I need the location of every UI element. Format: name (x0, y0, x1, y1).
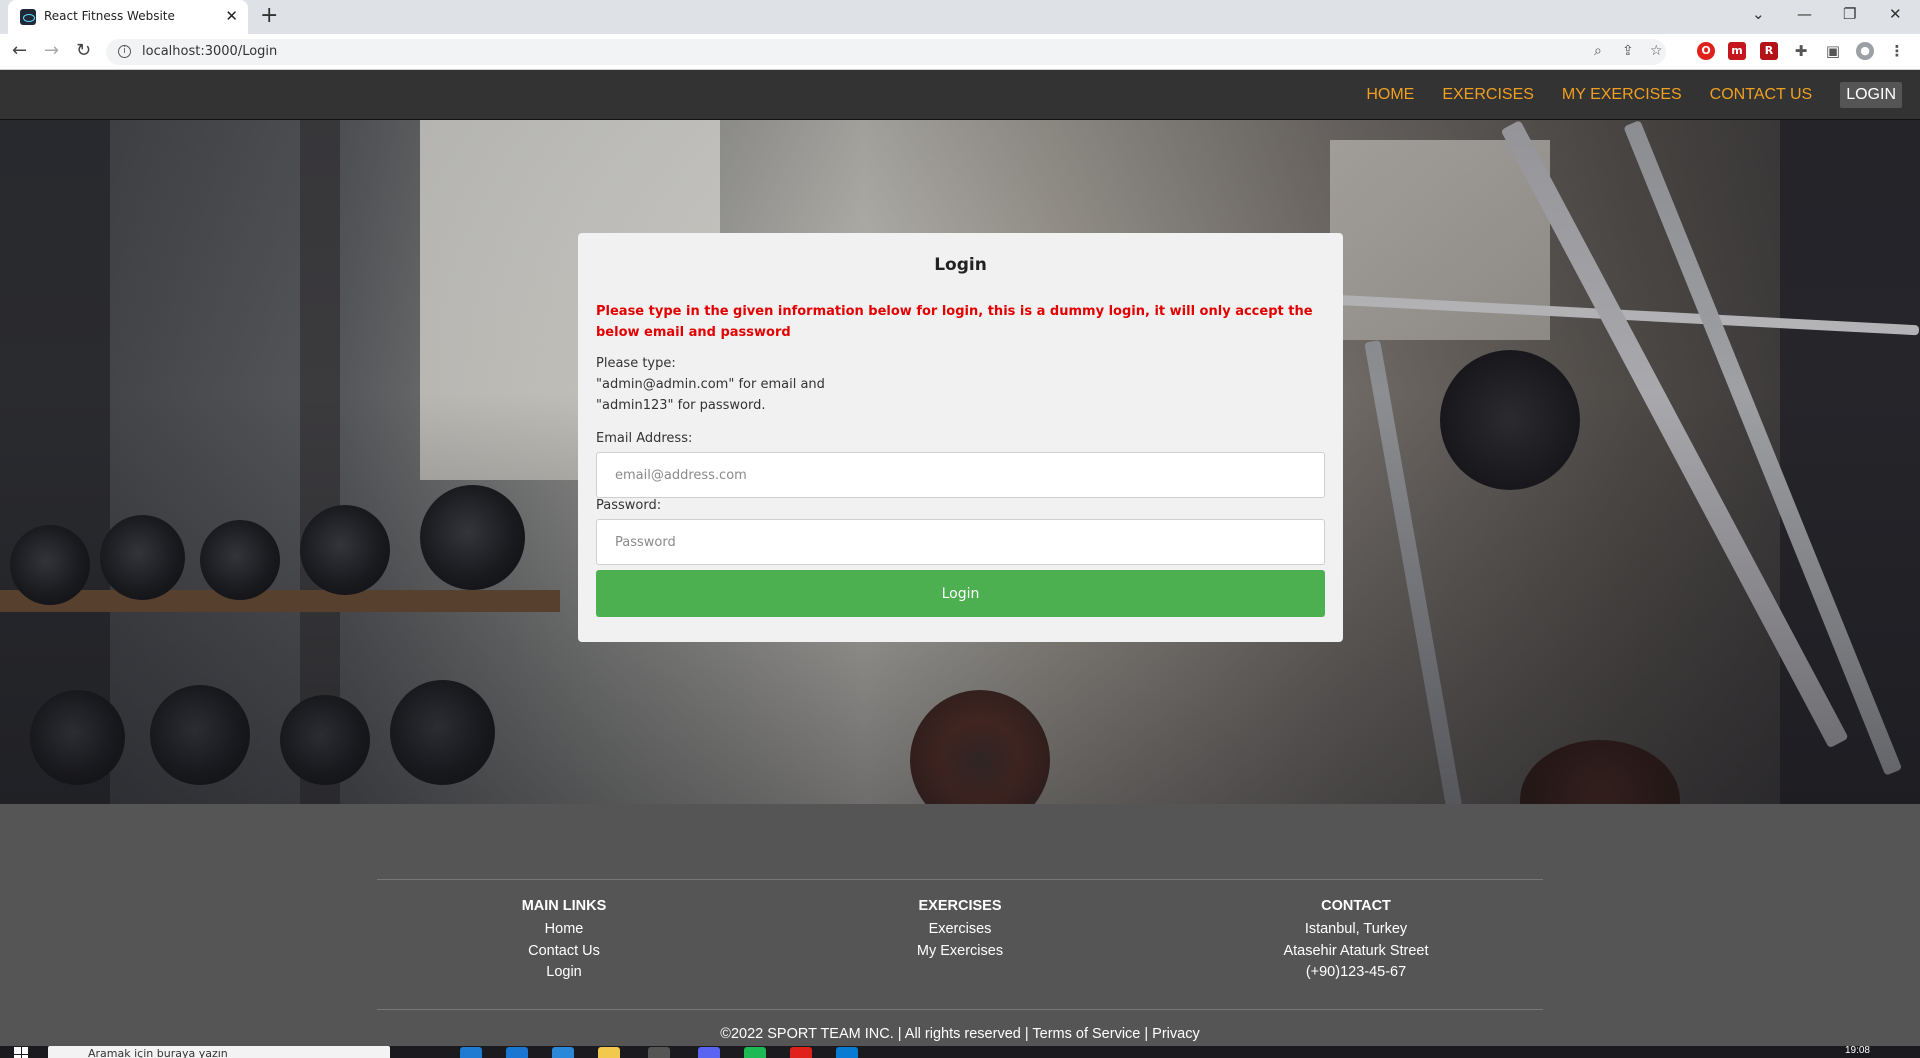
profile-avatar-icon[interactable]: ● (1856, 42, 1874, 60)
chrome-active-icon[interactable] (648, 1047, 670, 1058)
tab-title: React Fitness Website (44, 9, 175, 23)
footer-heading: MAIN LINKS (521, 898, 607, 914)
taskbar-clock[interactable]: 19:08 (1845, 1046, 1870, 1056)
mail-icon[interactable] (506, 1047, 528, 1058)
file-explorer-icon[interactable] (598, 1047, 620, 1058)
footer-link-login[interactable]: Login (434, 962, 694, 984)
forward-arrow-icon[interactable]: → (44, 41, 59, 61)
restore-button[interactable]: ❐ (1843, 5, 1856, 23)
extensions-puzzle-icon[interactable]: ✚ (1792, 42, 1810, 60)
nav-home-link[interactable]: HOME (1352, 82, 1428, 108)
email-label: Email Address: (596, 431, 693, 446)
nav-exercises-link[interactable]: EXERCISES (1428, 82, 1548, 108)
footer-link-contact-us[interactable]: Contact Us (434, 941, 694, 963)
footer-copyright: ©2022 SPORT TEAM INC. | All rights reser… (720, 1026, 1200, 1042)
reload-icon[interactable]: ↻ (76, 41, 91, 61)
footer-heading: CONTACT (1321, 898, 1391, 914)
zoom-icon[interactable]: ⌕ (1594, 43, 1602, 59)
opera-extension-icon[interactable]: O (1697, 42, 1715, 60)
close-window-button[interactable]: ✕ (1889, 5, 1902, 23)
address-bar[interactable]: i localhost:3000/Login ⌕ ⇪ ☆ (106, 39, 1666, 65)
close-tab-icon[interactable]: ✕ (225, 7, 238, 25)
password-input[interactable] (596, 519, 1325, 565)
login-hint: Please type: "admin@admin.com" for email… (596, 353, 825, 416)
nav-my-exercises-link[interactable]: MY EXERCISES (1548, 82, 1696, 108)
opera-icon[interactable] (790, 1047, 812, 1058)
footer-link-exercises[interactable]: Exercises (830, 919, 1090, 941)
footer-column-main-links: MAIN LINKS Home Contact Us Login (434, 897, 694, 984)
vscode-icon[interactable] (836, 1047, 858, 1058)
nav-links: HOME EXERCISES MY EXERCISES CONTACT US L… (1352, 70, 1902, 120)
footer-column-contact: CONTACT Istanbul, Turkey Atasehir Atatur… (1226, 897, 1486, 984)
password-label: Password: (596, 498, 662, 513)
browser-tab[interactable]: React Fitness Website ✕ (8, 0, 248, 34)
extension-icon[interactable]: R (1760, 42, 1778, 60)
nav-login-link[interactable]: LOGIN (1840, 82, 1902, 108)
site-navbar: HOME EXERCISES MY EXERCISES CONTACT US L… (0, 70, 1920, 120)
footer-link-home[interactable]: Home (434, 919, 694, 941)
footer-heading: EXERCISES (918, 898, 1002, 914)
side-panel-icon[interactable]: ▣ (1824, 42, 1842, 60)
edge-icon[interactable] (460, 1047, 482, 1058)
login-warning-text: Please type in the given information bel… (596, 304, 1313, 340)
tab-search-icon[interactable]: ⌄ (1752, 5, 1765, 23)
minimize-button[interactable]: — (1797, 5, 1812, 23)
site-footer: MAIN LINKS Home Contact Us Login EXERCIS… (0, 804, 1920, 1046)
store-icon[interactable] (552, 1047, 574, 1058)
browser-toolbar: ← → ↻ i localhost:3000/Login ⌕ ⇪ ☆ O m R… (0, 34, 1920, 70)
footer-contact-street: Atasehir Ataturk Street (1283, 942, 1429, 959)
taskbar-search-input[interactable]: Aramak için buraya yazın (48, 1046, 390, 1058)
login-hint-line: Please type: (596, 356, 676, 371)
browser-tab-strip: React Fitness Website ✕ + ⌄ — ❐ ✕ (0, 0, 1920, 34)
discord-icon[interactable] (698, 1047, 720, 1058)
footer-column-exercises: EXERCISES Exercises My Exercises (830, 897, 1090, 962)
site-info-icon[interactable]: i (118, 45, 131, 58)
footer-link-my-exercises[interactable]: My Exercises (830, 941, 1090, 963)
bookmark-star-icon[interactable]: ☆ (1650, 43, 1663, 59)
spotify-icon[interactable] (744, 1047, 766, 1058)
footer-divider (377, 1009, 1543, 1010)
back-arrow-icon[interactable]: ← (12, 41, 27, 61)
footer-contact-phone: (+90)123-45-67 (1305, 964, 1407, 980)
os-taskbar: Aramak için buraya yazın 19:08 (0, 1046, 1920, 1058)
login-card: Login Please type in the given informati… (578, 233, 1343, 642)
login-title: Login (934, 255, 987, 275)
nav-contact-us-link[interactable]: CONTACT US (1696, 82, 1827, 108)
login-hint-line: "admin123" for password. (596, 398, 766, 413)
url-text[interactable]: localhost:3000/Login (142, 44, 277, 59)
new-tab-button[interactable]: + (260, 5, 278, 27)
share-icon[interactable]: ⇪ (1622, 43, 1634, 59)
login-hint-line: "admin@admin.com" for email and (596, 377, 825, 392)
menu-kebab-icon[interactable]: ⋮ (1888, 42, 1906, 60)
footer-divider (377, 879, 1543, 880)
footer-contact-city: Istanbul, Turkey (1304, 921, 1408, 937)
email-input[interactable] (596, 452, 1325, 498)
login-button[interactable]: Login (596, 570, 1325, 617)
windows-start-icon[interactable] (14, 1047, 28, 1058)
react-favicon-icon (20, 9, 36, 25)
extension-icon[interactable]: m (1728, 42, 1746, 60)
